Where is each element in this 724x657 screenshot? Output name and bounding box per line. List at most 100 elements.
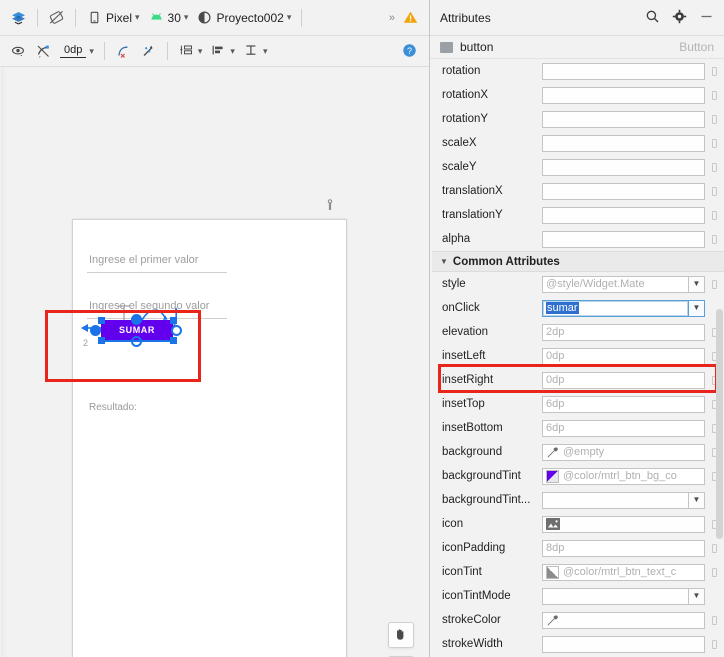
insettop-input[interactable]: 6dp — [542, 395, 705, 413]
strokecolor-input[interactable] — [542, 611, 705, 629]
pin-icon[interactable] — [708, 234, 720, 244]
constraint-anchor-right[interactable] — [171, 325, 182, 336]
icontintmode-input[interactable] — [542, 587, 689, 605]
attribute-row-strokeColor[interactable]: strokeColor — [432, 608, 724, 632]
orientation-button[interactable] — [44, 7, 69, 28]
pin-icon[interactable] — [708, 138, 720, 148]
style-dropdown-arrow[interactable]: ▼ — [689, 275, 705, 293]
pin-icon[interactable] — [708, 279, 720, 289]
pin-icon[interactable] — [708, 567, 720, 577]
icontint-input[interactable]: @color/mtrl_btn_text_c — [542, 563, 705, 581]
pin-icon[interactable] — [708, 615, 720, 625]
attribute-row-iconTintMode[interactable]: iconTintMode ▼ — [432, 584, 724, 608]
attribute-row-scaleY[interactable]: scaleY — [432, 155, 724, 179]
pin-icon[interactable] — [708, 210, 720, 220]
theme-selector[interactable]: Proyecto002 ▾ — [192, 7, 295, 28]
attribute-row-scaleX[interactable]: scaleX — [432, 131, 724, 155]
pin-icon[interactable] — [708, 543, 720, 553]
canvas-left-scrollbar[interactable] — [1, 67, 6, 657]
insetleft-input[interactable]: 0dp — [542, 347, 705, 365]
attribute-row-style[interactable]: style @style/Widget.Mate ▼ — [432, 272, 724, 296]
pin-icon[interactable] — [708, 186, 720, 196]
scaleX-input[interactable] — [542, 134, 705, 152]
attribute-row-insetLeft[interactable]: insetLeft 0dp — [432, 344, 724, 368]
attribute-row-iconPadding[interactable]: iconPadding 8dp — [432, 536, 724, 560]
first-value-hint[interactable]: Ingrese el primer valor — [89, 254, 198, 266]
infer-constraints-button[interactable] — [136, 41, 161, 62]
backgroundtintmode-dropdown-arrow[interactable]: ▼ — [689, 491, 705, 509]
pan-button[interactable] — [388, 622, 414, 648]
alpha-input[interactable] — [542, 230, 705, 248]
default-margin-button[interactable]: 0dp ▾ — [56, 42, 98, 60]
translationX-input[interactable] — [542, 182, 705, 200]
attribute-row-strokeWidth[interactable]: strokeWidth — [432, 632, 724, 656]
attribute-row-insetBottom[interactable]: insetBottom 6dp — [432, 416, 724, 440]
selected-widget-row[interactable]: button Button — [430, 36, 724, 59]
wrench-icon[interactable] — [322, 197, 338, 213]
selected-widget-sumar[interactable]: 2 SUMAR — [79, 305, 197, 350]
pin-icon[interactable] — [708, 639, 720, 649]
section-common-attributes[interactable]: ▼ Common Attributes — [432, 251, 724, 272]
pin-icon[interactable] — [708, 162, 720, 172]
align-button[interactable]: ▾ — [206, 41, 239, 62]
attributes-scrollbar[interactable] — [716, 309, 723, 539]
attribute-row-translationY[interactable]: translationY — [432, 203, 724, 227]
resize-handle-top-left[interactable] — [98, 317, 105, 324]
attribute-row-background[interactable]: background @empty — [432, 440, 724, 464]
pin-icon[interactable] — [708, 90, 720, 100]
pin-icon[interactable] — [708, 114, 720, 124]
resize-handle-bottom-left[interactable] — [98, 337, 105, 344]
device-preview-frame[interactable]: Ingrese el primer valor Ingrese el segun… — [72, 219, 347, 657]
api-level-selector[interactable]: 30 ▾ — [144, 7, 193, 28]
warning-button[interactable] — [398, 7, 423, 28]
search-icon[interactable] — [645, 9, 662, 26]
image-picker-icon[interactable] — [546, 518, 560, 530]
attribute-row-rotationY[interactable]: rotationY — [432, 107, 724, 131]
attribute-row-backgroundTint[interactable]: backgroundTint @color/mtrl_btn_bg_co — [432, 464, 724, 488]
view-options-button[interactable] — [6, 41, 31, 62]
resize-handle-top-right[interactable] — [170, 317, 177, 324]
attributes-list[interactable]: rotation rotationX rotationY scaleX scal — [430, 59, 724, 657]
scaleY-input[interactable] — [542, 158, 705, 176]
design-canvas[interactable]: Ingrese el primer valor Ingrese el segun… — [0, 67, 429, 657]
attribute-row-rotationX[interactable]: rotationX — [432, 83, 724, 107]
backgroundtintmode-input[interactable] — [542, 491, 689, 509]
guidelines-button[interactable]: ▾ — [239, 41, 272, 62]
attribute-row-icon[interactable]: icon — [432, 512, 724, 536]
gear-icon[interactable] — [672, 9, 689, 26]
constraint-anchor-top[interactable] — [131, 314, 142, 325]
strokewidth-input[interactable] — [542, 635, 705, 653]
attribute-row-translationX[interactable]: translationX — [432, 179, 724, 203]
help-button[interactable]: ? — [398, 41, 423, 62]
attribute-row-iconTint[interactable]: iconTint @color/mtrl_btn_text_c — [432, 560, 724, 584]
attribute-row-elevation[interactable]: elevation 2dp — [432, 320, 724, 344]
attribute-row-insetRight[interactable]: insetRight 0dp — [432, 368, 724, 392]
translationY-input[interactable] — [542, 206, 705, 224]
eyedropper-icon[interactable] — [546, 614, 559, 627]
color-swatch-icon[interactable] — [546, 565, 559, 579]
attribute-row-alpha[interactable]: alpha — [432, 227, 724, 251]
attribute-row-insetTop[interactable]: insetTop 6dp — [432, 392, 724, 416]
onclick-input[interactable]: sumar — [542, 299, 689, 317]
pack-button[interactable]: ▾ — [174, 41, 207, 62]
toolbar-overflow-button[interactable]: » — [385, 12, 398, 24]
attribute-row-onClick[interactable]: onClick sumar ▼ — [432, 296, 724, 320]
icontintmode-dropdown-arrow[interactable]: ▼ — [689, 587, 705, 605]
constraint-anchor-bottom[interactable] — [131, 336, 142, 347]
rotation-input[interactable] — [542, 62, 705, 80]
iconpadding-input[interactable]: 8dp — [542, 539, 705, 557]
rotationY-input[interactable] — [542, 110, 705, 128]
constraint-anchor-left[interactable] — [90, 325, 101, 336]
onclick-dropdown-arrow[interactable]: ▼ — [689, 299, 705, 317]
device-selector[interactable]: Pixel ▾ — [82, 7, 144, 28]
pin-icon[interactable] — [708, 66, 720, 76]
minimize-icon[interactable] — [699, 9, 716, 26]
elevation-input[interactable]: 2dp — [542, 323, 705, 341]
attribute-row-rotation[interactable]: rotation — [432, 59, 724, 83]
color-swatch-icon[interactable] — [546, 469, 559, 483]
resize-handle-bottom-right[interactable] — [170, 337, 177, 344]
insetbottom-input[interactable]: 6dp — [542, 419, 705, 437]
hide-constraints-button[interactable] — [31, 41, 56, 62]
layers-button[interactable] — [6, 7, 31, 28]
clear-constraints-button[interactable] — [111, 41, 136, 62]
